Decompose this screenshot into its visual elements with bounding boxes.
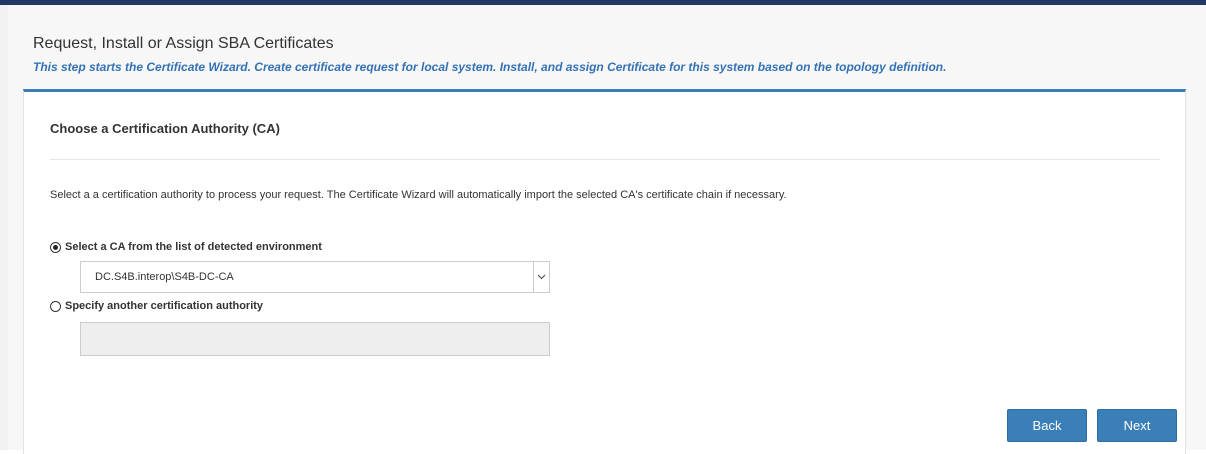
wizard-panel: Choose a Certification Authority (CA) Se… — [23, 89, 1186, 454]
next-button[interactable]: Next — [1097, 409, 1177, 442]
chevron-down-icon[interactable] — [533, 262, 549, 292]
back-button[interactable]: Back — [1007, 409, 1087, 442]
page-title: Request, Install or Assign SBA Certifica… — [33, 35, 334, 52]
left-edge — [0, 5, 8, 450]
page-background: Request, Install or Assign SBA Certifica… — [8, 5, 1206, 454]
ca-select-value: DC.S4B.interop\S4B-DC-CA — [95, 271, 234, 283]
radio-other-ca[interactable]: Specify another certification authority — [50, 300, 263, 312]
page-subtitle: This step starts the Certificate Wizard.… — [33, 60, 947, 74]
panel-divider — [50, 159, 1160, 160]
radio-label-detected-ca: Select a CA from the list of detected en… — [65, 241, 322, 253]
radio-label-other-ca: Specify another certification authority — [65, 300, 264, 312]
ca-select-dropdown[interactable]: DC.S4B.interop\S4B-DC-CA — [80, 261, 550, 293]
panel-heading: Choose a Certification Authority (CA) — [50, 121, 280, 136]
other-ca-input[interactable] — [80, 322, 550, 356]
radio-button-detected-ca[interactable] — [50, 241, 61, 253]
radio-detected-ca[interactable]: Select a CA from the list of detected en… — [50, 241, 322, 253]
radio-button-other-ca[interactable] — [50, 300, 61, 312]
panel-description: Select a a certification authority to pr… — [50, 189, 787, 201]
